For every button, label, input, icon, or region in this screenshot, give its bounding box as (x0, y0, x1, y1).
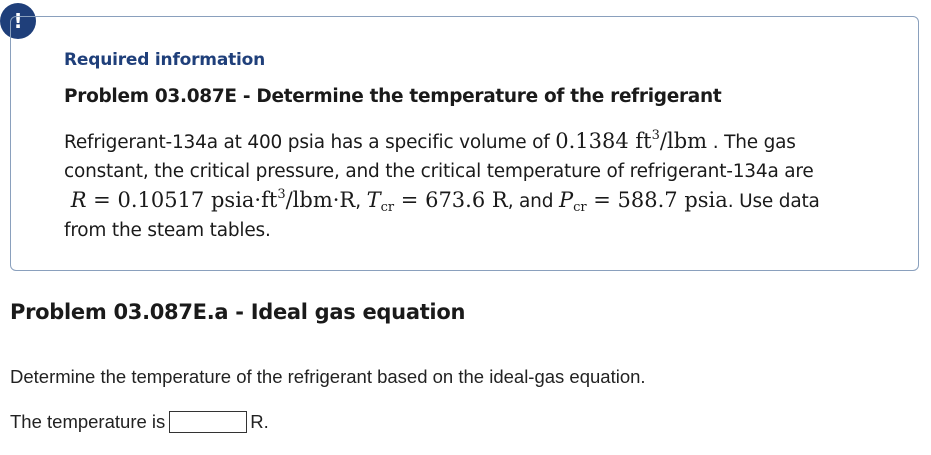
part-title: Problem 03.087E.a - Ideal gas equation (10, 300, 466, 324)
part-question: Determine the temperature of the refrige… (10, 366, 646, 387)
specific-volume-value: 0.1384 ft3/lbm (555, 128, 708, 153)
problem-statement: Refrigerant-134a at 400 psia has a speci… (64, 128, 820, 241)
critical-temperature-value: Tcr = 673.6 R (366, 188, 508, 215)
critical-pressure-value: Pcr = 588.7 psia (558, 188, 728, 215)
problem-title: Problem 03.087E - Determine the temperat… (64, 86, 722, 107)
answer-unit: R. (250, 411, 269, 432)
statement-intro: Refrigerant-134a at 400 psia has a speci… (64, 132, 550, 153)
answer-label: The temperature is (10, 411, 166, 432)
answer-row: The temperature is R. (10, 411, 269, 433)
temperature-answer-input[interactable] (169, 411, 248, 433)
gas-constant-value: R = 0.10517 psia·ft3/lbm·R (70, 187, 356, 212)
required-information-heading: Required information (64, 50, 266, 70)
